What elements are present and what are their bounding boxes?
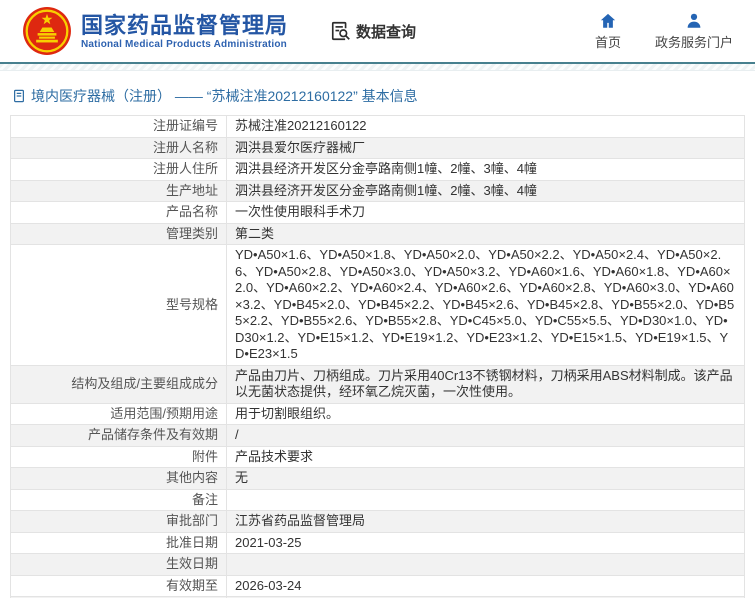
row-value: 产品技术要求 bbox=[226, 445, 745, 468]
home-icon bbox=[599, 12, 617, 30]
row-value: 江苏省药品监督管理局 bbox=[226, 510, 745, 533]
header-divider bbox=[0, 62, 755, 71]
table-row: 型号规格 YD•A50×1.6、YD•A50×1.8、YD•A50×2.0、YD•… bbox=[10, 244, 745, 366]
table-row: 生产地址 泗洪县经济开发区分金亭路南侧1幢、2幢、3幢、4幢 bbox=[10, 179, 745, 202]
row-value: 泗洪县爱尔医疗器械厂 bbox=[226, 136, 745, 159]
row-label: 附件 bbox=[10, 445, 227, 468]
row-label: 审批部门 bbox=[10, 510, 227, 533]
data-query-tab[interactable]: 数据查询 bbox=[330, 20, 416, 42]
row-label: 结构及组成/主要组成成分 bbox=[10, 364, 227, 404]
row-value: 2026-03-24 bbox=[226, 574, 745, 597]
row-value: 无 bbox=[226, 467, 745, 490]
row-label: 型号规格 bbox=[10, 244, 227, 366]
row-value: YD•A50×1.6、YD•A50×1.8、YD•A50×2.0、YD•A50×… bbox=[226, 244, 745, 366]
row-label: 其他内容 bbox=[10, 467, 227, 490]
table-row: 注册人名称 泗洪县爱尔医疗器械厂 bbox=[10, 136, 745, 159]
row-value bbox=[226, 553, 745, 576]
person-icon bbox=[685, 12, 703, 30]
table-row: 审批部门 江苏省药品监督管理局 bbox=[10, 510, 745, 533]
document-search-icon bbox=[330, 20, 352, 42]
page-root: 国家药品监督管理局 National Medical Products Admi… bbox=[0, 0, 755, 598]
row-value: 2021-03-25 bbox=[226, 531, 745, 554]
table-row: 其他内容无 bbox=[10, 467, 745, 490]
row-label: 备注 bbox=[10, 488, 227, 511]
site-header: 国家药品监督管理局 National Medical Products Admi… bbox=[0, 0, 755, 62]
row-value: 产品由刀片、刀柄组成。刀片采用40Cr13不锈钢材料，刀柄采用ABS材料制成。该… bbox=[226, 364, 745, 404]
table-row: 注册证编号 苏械注准20212160122 bbox=[10, 115, 745, 138]
row-label: 产品名称 bbox=[10, 201, 227, 224]
nav-gov-portal[interactable]: 政务服务门户 bbox=[655, 12, 733, 51]
table-row: 注册人住所 泗洪县经济开发区分金亭路南侧1幢、2幢、3幢、4幢 bbox=[10, 158, 745, 181]
nav-home[interactable]: 首页 bbox=[595, 12, 621, 51]
table-row: 有效期至 2026-03-24 bbox=[10, 574, 745, 597]
row-label: 注册证编号 bbox=[10, 115, 227, 138]
row-label: 注册人名称 bbox=[10, 136, 227, 159]
data-query-label: 数据查询 bbox=[356, 23, 417, 41]
brand-text: 国家药品监督管理局 National Medical Products Admi… bbox=[81, 13, 288, 50]
main-content: 境内医疗器械（注册） —— “苏械注准20212160122” 基本信息 注册证… bbox=[0, 86, 755, 598]
row-label: 注册人住所 bbox=[10, 158, 227, 181]
nav-gov-portal-label: 政务服务门户 bbox=[654, 34, 733, 50]
table-row: 生效日期 bbox=[10, 553, 745, 576]
brand-logo-block[interactable]: 国家药品监督管理局 National Medical Products Admi… bbox=[22, 6, 288, 56]
row-value: 用于切割眼组织。 bbox=[226, 402, 745, 425]
row-label: 生效日期 bbox=[10, 553, 227, 576]
row-label: 有效期至 bbox=[10, 574, 227, 597]
row-label: 管理类别 bbox=[10, 222, 227, 245]
row-label: 生产地址 bbox=[10, 179, 227, 202]
row-value: 泗洪县经济开发区分金亭路南侧1幢、2幢、3幢、4幢 bbox=[226, 158, 745, 181]
registration-info-table: 注册证编号 苏械注准20212160122 注册人名称 泗洪县爱尔医疗器械厂 注册人住所… bbox=[10, 115, 745, 598]
row-label: 批准日期 bbox=[10, 531, 227, 554]
breadcrumb-text: 境内医疗器械（注册） —— “苏械注准20212160122” 基本信息 bbox=[31, 88, 418, 104]
site-subtitle: National Medical Products Administration bbox=[81, 38, 287, 50]
row-value: 泗洪县经济开发区分金亭路南侧1幢、2幢、3幢、4幢 bbox=[226, 179, 745, 202]
table-row: 附件 产品技术要求 bbox=[10, 445, 745, 468]
row-label: 适用范围/预期用途 bbox=[10, 402, 227, 425]
row-value bbox=[226, 488, 745, 511]
document-icon bbox=[12, 89, 26, 103]
row-value: 第二类 bbox=[226, 222, 745, 245]
row-label: 产品储存条件及有效期 bbox=[10, 424, 227, 447]
table-row: 产品储存条件及有效期 / bbox=[10, 424, 745, 447]
national-emblem-icon bbox=[22, 6, 72, 56]
top-nav: 首页 政务服务门户 bbox=[595, 12, 741, 51]
table-row: 结构及组成/主要组成成分 产品由刀片、刀柄组成。刀片采用40Cr13不锈钢材料，刀… bbox=[10, 364, 745, 404]
site-title: 国家药品监督管理局 bbox=[81, 12, 289, 38]
table-row: 产品名称 一次性使用眼科手术刀 bbox=[10, 201, 745, 224]
table-row: 管理类别 第二类 bbox=[10, 222, 745, 245]
row-value: 一次性使用眼科手术刀 bbox=[226, 201, 745, 224]
row-value: 苏械注准20212160122 bbox=[226, 115, 745, 138]
table-row: 批准日期 2021-03-25 bbox=[10, 531, 745, 554]
row-value: / bbox=[226, 424, 745, 447]
table-row: 适用范围/预期用途 用于切割眼组织。 bbox=[10, 402, 745, 425]
nav-home-label: 首页 bbox=[594, 34, 621, 50]
breadcrumb: 境内医疗器械（注册） —— “苏械注准20212160122” 基本信息 bbox=[12, 86, 743, 106]
table-row: 备注 bbox=[10, 488, 745, 511]
